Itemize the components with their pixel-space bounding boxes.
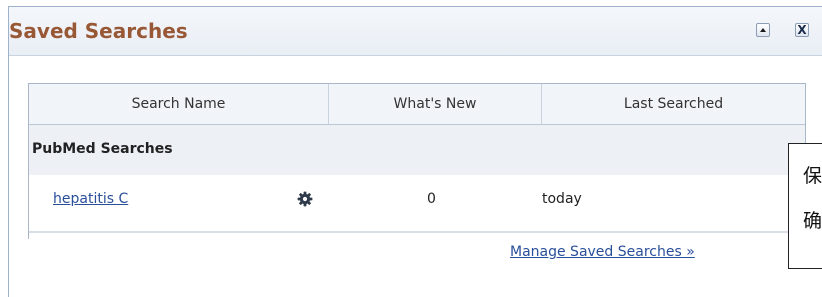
collapse-button[interactable] <box>756 23 770 37</box>
group-label: PubMed Searches <box>32 141 173 157</box>
table-header: Search Name What's New Last Searched <box>29 84 805 125</box>
gear-icon[interactable] <box>297 191 313 207</box>
column-header-last-searched[interactable]: Last Searched <box>542 84 805 124</box>
panel-header: Saved Searches X <box>9 7 822 56</box>
overlay-note-line: 确 <box>803 210 822 232</box>
overlay-note-box: 保 确 <box>788 143 822 269</box>
overlay-note-line: 保 <box>803 165 822 187</box>
close-button[interactable]: X <box>795 23 809 37</box>
table-row: hepatitis C 0 today <box>29 175 805 223</box>
last-searched-value: today <box>542 191 582 207</box>
column-header-whats-new[interactable]: What's New <box>329 84 542 124</box>
saved-searches-panel: Saved Searches X Search Name What's New … <box>8 6 822 297</box>
table-bottom-divider <box>29 231 805 233</box>
saved-search-link[interactable]: hepatitis C <box>53 191 128 207</box>
whats-new-count: 0 <box>427 191 436 207</box>
column-header-search-name[interactable]: Search Name <box>29 84 329 124</box>
panel-title: Saved Searches <box>9 19 188 43</box>
triangle-up-icon <box>760 28 766 32</box>
group-row-pubmed: PubMed Searches <box>29 125 805 175</box>
saved-searches-table: Search Name What's New Last Searched Pub… <box>28 83 806 239</box>
manage-saved-searches-link[interactable]: Manage Saved Searches » <box>510 244 695 260</box>
close-icon: X <box>797 23 807 37</box>
